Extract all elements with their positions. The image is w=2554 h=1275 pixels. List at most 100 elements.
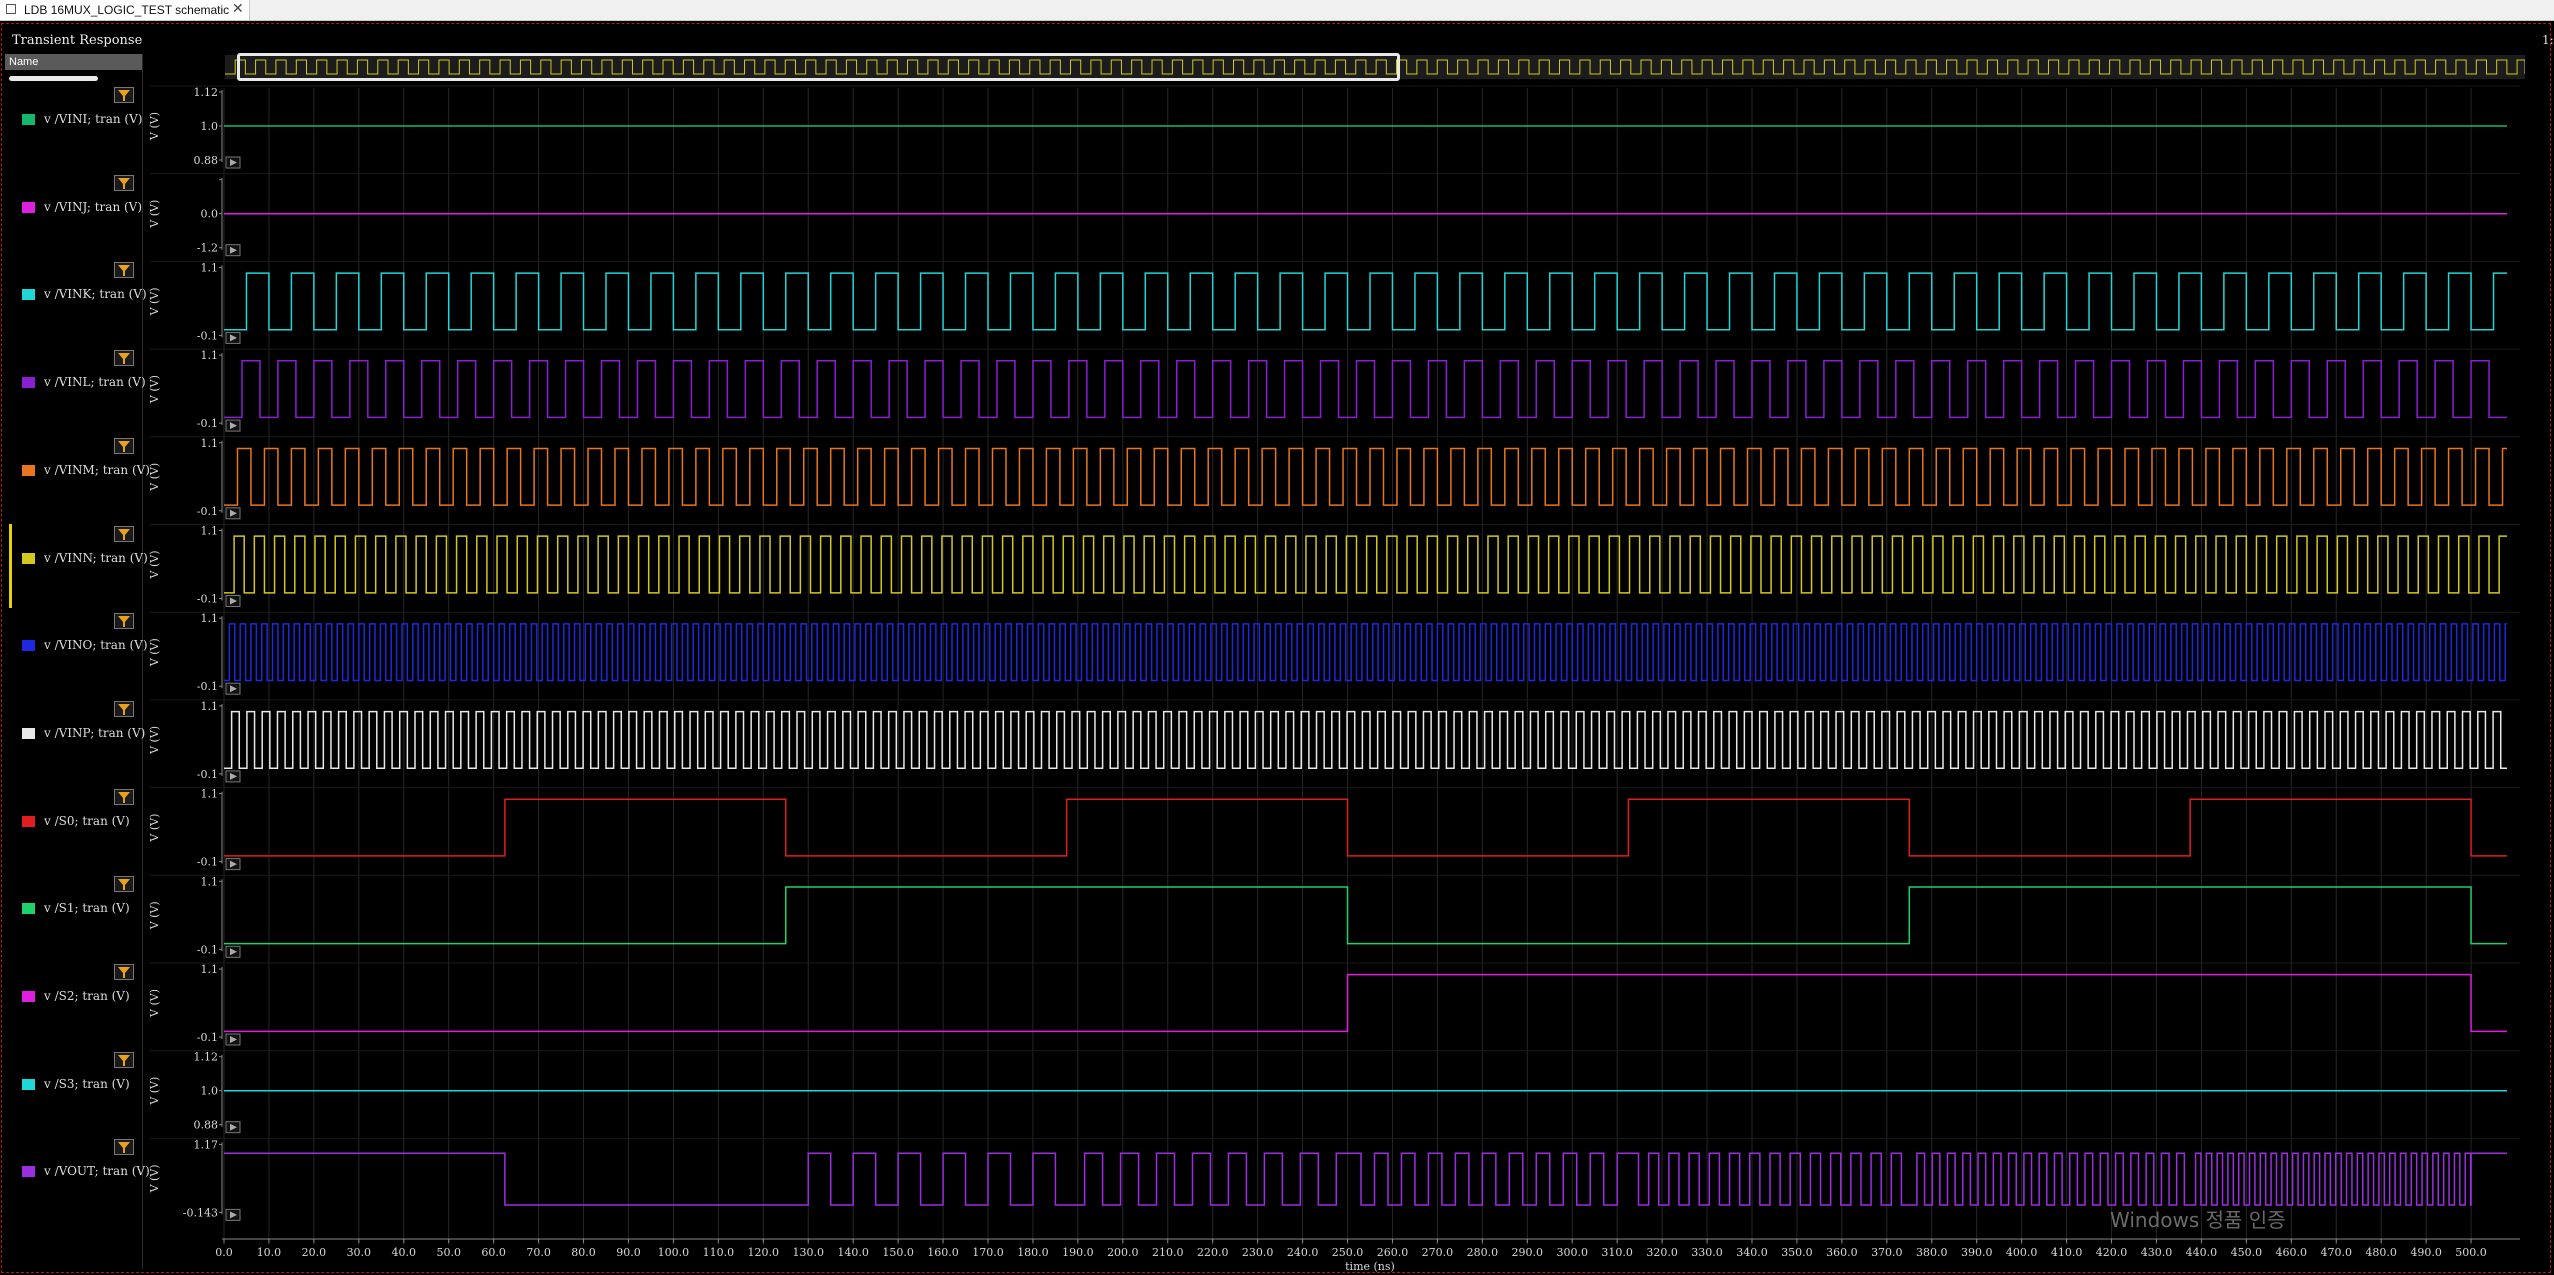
y-tick-label: 1.1	[201, 349, 219, 362]
y-tick-label: 1.12	[194, 1051, 219, 1064]
x-tick-label: 300.0	[1556, 1246, 1588, 1259]
y-tick-label: -0.1	[197, 505, 218, 518]
y-axis-title: V (V)	[148, 112, 161, 141]
x-tick-label: 440.0	[2186, 1246, 2218, 1259]
y-tick-label: -0.1	[197, 417, 218, 430]
strip-expand-button	[225, 1208, 241, 1221]
y-axis-title: V (V)	[148, 200, 161, 229]
strip-expand-button	[225, 331, 241, 344]
x-tick-label: 100.0	[658, 1246, 690, 1259]
x-tick-label: 30.0	[347, 1246, 372, 1259]
x-tick-label: 340.0	[1736, 1246, 1768, 1259]
y-tick-label: 1.12	[194, 86, 219, 99]
y-tick-label: 1.1	[201, 963, 219, 976]
y-tick-label: 1.17	[194, 1138, 219, 1151]
y-tick-label: -0.1	[197, 856, 218, 869]
x-tick-label: 210.0	[1152, 1246, 1184, 1259]
y-tick-label: -1.2	[197, 242, 218, 255]
x-tick-label: 190.0	[1062, 1246, 1094, 1259]
x-tick-label: 270.0	[1422, 1246, 1454, 1259]
x-tick-label: 290.0	[1512, 1246, 1544, 1259]
y-tick-label: 1.1	[201, 612, 219, 625]
x-tick-label: 400.0	[2006, 1246, 2038, 1259]
trace-11	[224, 973, 2508, 1033]
y-tick-label: -0.1	[197, 329, 218, 342]
strip-expand-button	[225, 945, 241, 958]
strip-expand-button	[225, 595, 241, 607]
x-tick-label: 80.0	[571, 1246, 596, 1259]
y-axis-title: V (V)	[148, 463, 161, 492]
x-axis-label: time (ns)	[1345, 1260, 1395, 1273]
x-tick-label: 350.0	[1781, 1246, 1813, 1259]
y-tick-label: 1.1	[201, 525, 219, 538]
y-axis-title: V (V)	[148, 989, 161, 1018]
trace-9	[224, 798, 2508, 857]
x-tick-label: 280.0	[1467, 1246, 1499, 1259]
trace-7	[224, 623, 2508, 682]
trace-13	[224, 1152, 2508, 1206]
x-tick-label: 50.0	[436, 1246, 461, 1259]
x-tick-label: 420.0	[2096, 1246, 2128, 1259]
x-tick-label: 370.0	[1871, 1246, 1903, 1259]
y-tick-label: 0.88	[194, 1119, 219, 1132]
x-tick-label: 240.0	[1287, 1246, 1319, 1259]
y-tick-label: 1.1	[201, 788, 219, 801]
y-tick-label: 0.0	[201, 208, 219, 221]
strip-expand-button	[225, 419, 241, 432]
y-tick-label: 1.1	[201, 700, 219, 713]
strip-expand-button	[225, 770, 241, 783]
x-tick-label: 260.0	[1377, 1246, 1409, 1259]
x-tick-label: 390.0	[1961, 1246, 1993, 1259]
x-tick-label: 500.0	[2455, 1246, 2487, 1259]
y-axis-title: V (V)	[148, 551, 161, 580]
y-tick-label: -0.1	[197, 593, 218, 606]
y-tick-label: 1.1	[201, 437, 219, 450]
x-tick-label: 70.0	[526, 1246, 551, 1259]
strip-expand-button	[225, 156, 241, 169]
activation-watermark: Windows 정품 인증	[2110, 1208, 2286, 1232]
x-tick-label: 490.0	[2410, 1246, 2442, 1259]
x-tick-label: 200.0	[1107, 1246, 1139, 1259]
trace-5	[224, 447, 2508, 506]
x-tick-label: 480.0	[2365, 1246, 2397, 1259]
trace-10	[224, 886, 2508, 945]
y-tick-label: -0.1	[197, 1031, 218, 1044]
trace-8	[224, 710, 2508, 769]
y-axis-title: V (V)	[148, 726, 161, 755]
strip-expand-button	[225, 1121, 241, 1134]
x-tick-label: 60.0	[481, 1246, 506, 1259]
x-tick-label: 0.0	[215, 1246, 233, 1259]
y-tick-label: 1.0	[201, 120, 219, 133]
strip-expand-button	[225, 682, 241, 695]
x-tick-label: 320.0	[1646, 1246, 1678, 1259]
y-tick-label: 1.1	[201, 261, 219, 274]
y-tick-label: -0.1	[197, 943, 218, 956]
strip-expand-button	[225, 858, 241, 871]
x-tick-label: 410.0	[2051, 1246, 2083, 1259]
x-tick-label: 170.0	[972, 1246, 1004, 1259]
y-tick-label: 1.0	[201, 1085, 219, 1098]
strip-expand-button	[225, 507, 241, 520]
x-tick-label: 20.0	[302, 1246, 327, 1259]
y-axis-title: V (V)	[148, 638, 161, 667]
y-axis-title: V (V)	[148, 375, 161, 404]
x-tick-label: 120.0	[748, 1246, 780, 1259]
x-tick-label: 90.0	[616, 1246, 641, 1259]
x-tick-label: 220.0	[1197, 1246, 1229, 1259]
x-tick-label: 10.0	[257, 1246, 282, 1259]
y-axis-title: V (V)	[148, 287, 161, 316]
trace-6	[224, 535, 2508, 594]
x-tick-label: 470.0	[2320, 1246, 2352, 1259]
x-tick-label: 130.0	[792, 1246, 824, 1259]
y-axis-title: V (V)	[148, 1077, 161, 1106]
waveform-chart[interactable]: 1.12 1.0 0.88 V (V) 0.0 -1.2 V (V) 1.1 -0.1 V (V)…	[0, 0, 2554, 1275]
x-tick-label: 40.0	[392, 1246, 417, 1259]
y-tick-label: 0.88	[194, 154, 219, 167]
x-tick-label: 140.0	[837, 1246, 869, 1259]
strip-expand-button	[225, 1033, 241, 1046]
y-tick-label: -0.1	[197, 680, 218, 693]
y-axis-title: V (V)	[148, 814, 161, 843]
trace-4	[224, 360, 2508, 419]
y-axis-title: V (V)	[148, 1164, 161, 1193]
x-tick-label: 310.0	[1601, 1246, 1633, 1259]
